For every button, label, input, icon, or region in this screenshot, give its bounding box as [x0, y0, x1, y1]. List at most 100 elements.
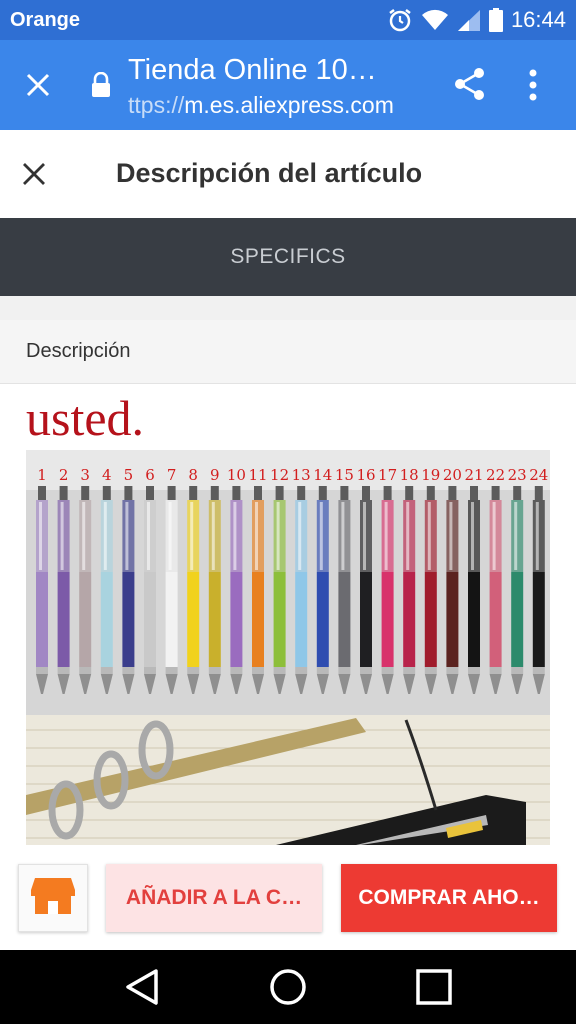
pen-barrel: [532, 572, 545, 667]
pen-stylus-tip: [210, 486, 219, 500]
pen-barrel: [511, 572, 524, 667]
pen-stylus-tip: [491, 486, 500, 500]
tab-specifics-label: SPECIFICS: [230, 245, 346, 268]
pen-number-label: 4: [102, 466, 112, 484]
pen-highlight: [427, 502, 431, 570]
pen-ring: [122, 667, 135, 674]
carrier-name: Orange: [10, 8, 81, 31]
pen-highlight: [535, 502, 539, 570]
pen-barrel: [446, 572, 459, 667]
pen-highlight: [39, 502, 42, 570]
pen-highlight: [60, 502, 64, 570]
pen-highlight: [492, 502, 496, 570]
pen-stylus-tip: [146, 486, 154, 500]
page-tab-title[interactable]: Tienda Online 10…: [128, 54, 377, 87]
page-header: Descripción del artículo: [0, 130, 576, 218]
pen-number-label: 19: [421, 466, 440, 484]
lock-icon: [90, 71, 112, 103]
pen-highlight: [298, 502, 302, 570]
status-bar: Orange 16:44: [0, 0, 576, 40]
pen-ring: [208, 667, 221, 674]
pen-ring: [144, 667, 156, 674]
pen-barrel: [360, 572, 372, 667]
screen: Orange 16:44 Tienda Online 10… ttps://m.: [0, 0, 576, 1024]
section-label: Descripción: [26, 340, 131, 362]
pen-highlight: [211, 502, 215, 570]
pen-stylus-tip: [340, 486, 349, 500]
pen-ring: [79, 667, 92, 674]
pen-ring: [295, 667, 308, 674]
description-section-header: Descripción: [0, 320, 576, 384]
pen-stylus-tip: [102, 486, 111, 500]
pen-number-label: 20: [443, 466, 462, 484]
pen-number-label: 17: [378, 466, 397, 484]
pen-8: 8: [187, 466, 200, 694]
pen-highlight: [471, 502, 474, 570]
pen-stylus-tip: [513, 486, 522, 500]
pen-number-label: 21: [464, 466, 483, 484]
pen-stylus-tip: [275, 486, 284, 500]
pen-4: 4: [100, 466, 113, 694]
url-text[interactable]: ttps://m.es.aliexpress.com: [128, 92, 394, 119]
pens-illustration: 1 2 3 4 5 6 7 8 9 10 11 12 13 14 15 16 17 18 19 20 21 22 23 24: [26, 450, 550, 845]
pen-barrel: [468, 572, 480, 667]
page-title: Descripción del artículo: [116, 158, 423, 188]
pen-barrel: [381, 572, 394, 667]
pen-barrel: [144, 572, 156, 667]
pen-barrel: [208, 572, 221, 667]
more-icon[interactable]: [528, 68, 538, 107]
pen-ring: [532, 667, 545, 674]
pen-ring: [446, 667, 459, 674]
share-icon[interactable]: [452, 66, 488, 107]
pen-ring: [468, 667, 480, 674]
buy-now-button[interactable]: COMPRAR AHO…: [341, 864, 557, 932]
close-icon[interactable]: [18, 65, 58, 105]
pen-barrel: [338, 572, 351, 667]
pen-number-label: 22: [486, 466, 505, 484]
pen-highlight: [190, 502, 194, 570]
add-to-cart-button[interactable]: AÑADIR A LA C…: [106, 864, 322, 932]
browser-toolbar: Tienda Online 10… ttps://m.es.aliexpress…: [0, 40, 576, 130]
pen-ring: [252, 667, 264, 674]
divider: [0, 296, 576, 320]
pen-stylus-tip: [81, 486, 90, 500]
pen-ring: [403, 667, 416, 674]
pen-ring: [511, 667, 524, 674]
pen-number-label: 14: [313, 466, 332, 484]
pen-stylus-tip: [405, 486, 414, 500]
pen-number-label: 15: [335, 466, 354, 484]
pen-ring: [316, 667, 329, 674]
pen-barrel: [403, 572, 416, 667]
pen-barrel: [230, 572, 243, 667]
pen-stylus-tip: [448, 486, 457, 500]
pen-ring: [424, 667, 437, 674]
action-bar: AÑADIR A LA C… COMPRAR AHO…: [0, 850, 576, 950]
pen-5: 5: [122, 466, 135, 694]
recents-icon[interactable]: [415, 969, 452, 1005]
pen-stylus-tip: [189, 486, 198, 500]
description-content: usted. 1 2 3 4 5 6 7 8 9 10 11 12 13 14 15 16 17 18 19 20 21…: [0, 385, 576, 850]
pen-stylus-tip: [426, 486, 435, 500]
pen-number-label: 3: [80, 466, 90, 484]
pen-highlight: [514, 502, 518, 570]
tab-specifics[interactable]: SPECIFICS: [0, 218, 576, 296]
close-icon[interactable]: [14, 154, 54, 194]
pen-stylus-tip: [38, 486, 46, 500]
pen-9: 9: [208, 466, 221, 694]
pen-highlight: [255, 502, 258, 570]
pen-ring: [165, 667, 178, 674]
pen-highlight: [449, 502, 453, 570]
home-icon[interactable]: [269, 968, 307, 1006]
pen-barrel: [100, 572, 113, 667]
back-icon[interactable]: [124, 968, 160, 1006]
pen-number-label: 18: [400, 466, 419, 484]
pen-3: 3: [79, 466, 92, 694]
pen-highlight: [319, 502, 323, 570]
pen-ring: [489, 667, 502, 674]
pen-number-label: 5: [124, 466, 134, 484]
store-button[interactable]: [18, 864, 88, 932]
navigation-bar: [0, 950, 576, 1024]
pen-7: 7: [165, 466, 178, 694]
pen-highlight: [406, 502, 410, 570]
pen-number-label: 24: [529, 466, 548, 484]
